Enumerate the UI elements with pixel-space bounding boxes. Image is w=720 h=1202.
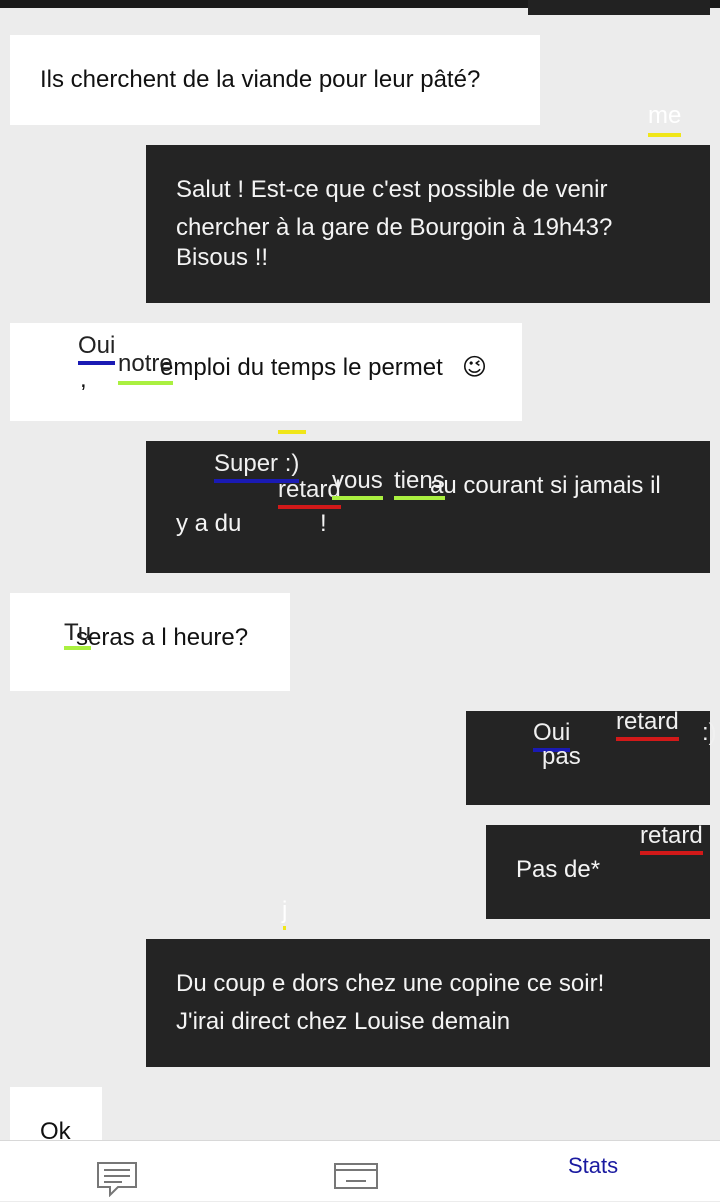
- nav-keyboard[interactable]: [300, 1141, 420, 1201]
- correction-retard[interactable]: retard: [640, 822, 703, 855]
- correction-text: j: [282, 897, 288, 924]
- nav-messages[interactable]: [60, 1141, 180, 1201]
- yellow-mark: [278, 430, 306, 434]
- correction-text: retard: [616, 708, 679, 735]
- correction-text: pas: [542, 743, 581, 770]
- sender-label: me: [648, 102, 682, 137]
- correction-text: tiens: [394, 467, 445, 494]
- message-bubble-outgoing[interactable]: Salut ! Est-ce que c'est possible de ven…: [146, 145, 710, 303]
- sender-label-text: me: [648, 102, 682, 129]
- message-line: au courant si jamais il: [430, 472, 661, 499]
- top-bar-tab: [528, 0, 710, 15]
- correction-text: vous: [332, 467, 383, 494]
- message-line: y a du: [176, 510, 242, 537]
- bottom-nav: Stats: [0, 1140, 720, 1201]
- message-text: Ils cherchent de la viande pour leur pât…: [40, 66, 481, 93]
- correction-tiens[interactable]: tiens: [394, 467, 445, 500]
- nav-stats[interactable]: Stats: [540, 1141, 660, 1201]
- message-line: !: [320, 510, 327, 537]
- correction-text: Oui: [533, 719, 571, 746]
- correction-j[interactable]: j: [282, 897, 288, 930]
- correction-text: Super :): [214, 450, 300, 477]
- correction-oui[interactable]: Oui: [78, 332, 116, 365]
- correction-tu[interactable]: Tu: [64, 619, 92, 650]
- message-comma: ,: [80, 366, 87, 393]
- correction-retard[interactable]: retard: [616, 708, 679, 741]
- correction-text: retard: [640, 822, 703, 849]
- message-line: Salut ! Est-ce que c'est possible de ven…: [176, 176, 608, 203]
- wink-emoji: 😉: [462, 354, 488, 381]
- message-text: seras a l heure?: [76, 624, 249, 651]
- message-text: emploi du temps le permet: [160, 354, 443, 381]
- message-text: Pas de*: [516, 856, 601, 883]
- message-line: J'irai direct chez Louise demain: [176, 1008, 511, 1035]
- correction-text: notre: [118, 350, 173, 377]
- correction-vous[interactable]: vous: [332, 467, 383, 500]
- message-bubble-incoming[interactable]: seras a l heure?: [10, 593, 290, 691]
- correction-text: Tu: [64, 619, 92, 646]
- message-bubble-incoming[interactable]: Ils cherchent de la viande pour leur pât…: [10, 35, 540, 125]
- message-bubble-incoming[interactable]: Ok: [10, 1087, 102, 1147]
- stats-tab-label: Stats: [568, 1153, 619, 1178]
- correction-pas[interactable]: pas: [542, 744, 581, 770]
- message-line: Du coup e dors chez une copine ce soir!: [176, 970, 605, 997]
- correction-super[interactable]: Super :): [214, 450, 300, 483]
- correction-notre[interactable]: notre: [118, 350, 173, 385]
- correction-text: :): [702, 720, 717, 746]
- message-bubble-outgoing[interactable]: Du coup e dors chez une copine ce soir! …: [146, 939, 710, 1067]
- chat-icon: [96, 1161, 138, 1202]
- keyboard-icon: [334, 1163, 378, 1196]
- correction-text: Oui: [78, 332, 116, 359]
- correction-smile[interactable]: :): [702, 720, 720, 746]
